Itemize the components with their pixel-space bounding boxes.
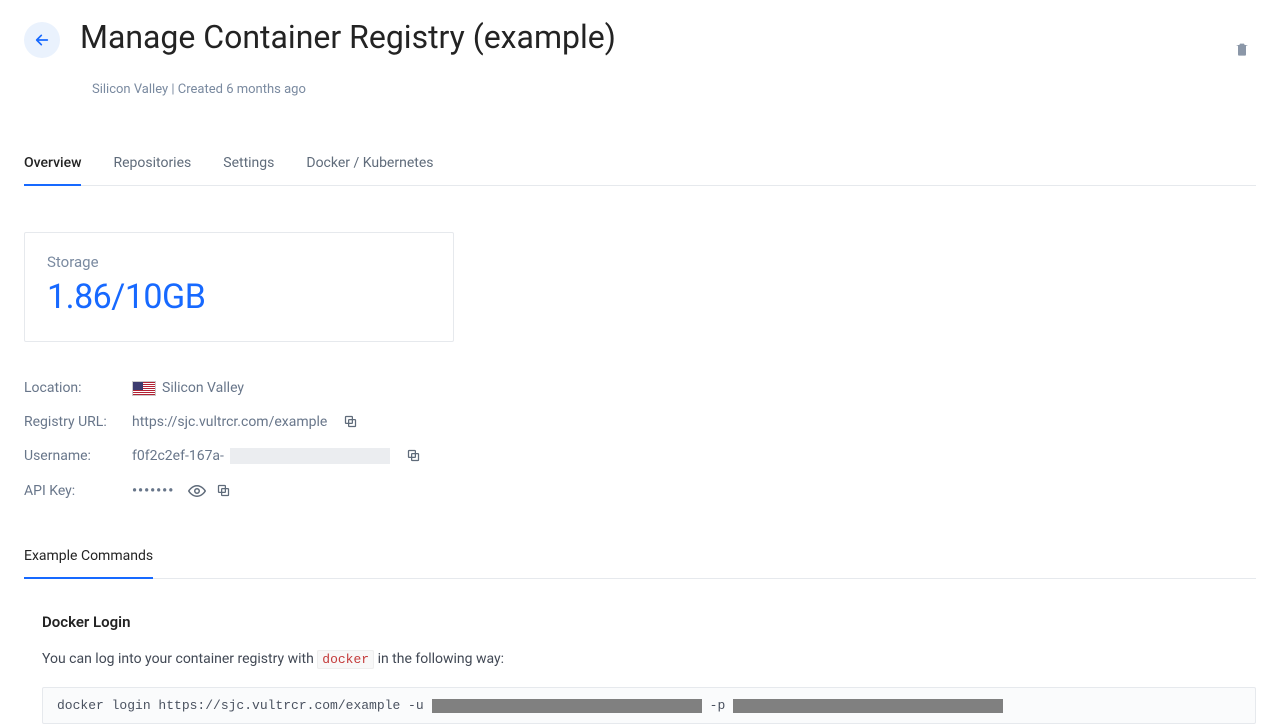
cmd-prefix: docker login https://sjc.vultrcr.com/exa… (57, 698, 424, 713)
storage-card: Storage 1.86/10GB (24, 232, 454, 342)
row-location: Location: Silicon Valley (24, 380, 1256, 396)
trash-icon (1234, 40, 1250, 58)
docker-desc-post: in the following way: (378, 651, 504, 667)
username-value: f0f2c2ef-167a- (132, 448, 224, 464)
api-key-label: API Key: (24, 483, 132, 499)
registry-url-value: https://sjc.vultrcr.com/example (132, 414, 327, 430)
page-title: Manage Container Registry (example) (80, 18, 616, 56)
subtab-example-commands[interactable]: Example Commands (24, 548, 153, 578)
tab-repositories[interactable]: Repositories (113, 155, 191, 185)
docker-inline-code: docker (317, 650, 374, 669)
docker-login-command[interactable]: docker login https://sjc.vultrcr.com/exa… (42, 687, 1256, 724)
copy-icon (343, 414, 358, 429)
tab-settings[interactable]: Settings (223, 155, 274, 185)
docker-desc-pre: You can log into your container registry… (42, 651, 317, 667)
api-key-masked: ••••••• (132, 483, 174, 499)
copy-api-key-button[interactable] (216, 483, 232, 499)
eye-icon (188, 482, 206, 500)
row-api-key: API Key: ••••••• (24, 482, 1256, 500)
main-tabs: Overview Repositories Settings Docker / … (24, 155, 1256, 186)
sub-tabs: Example Commands (24, 548, 1256, 579)
copy-icon (406, 448, 421, 463)
row-username: Username: f0f2c2ef-167a- (24, 448, 1256, 464)
copy-registry-url-button[interactable] (343, 414, 359, 430)
copy-username-button[interactable] (406, 448, 422, 464)
reveal-api-key-button[interactable] (188, 482, 206, 500)
cmd-pass-redacted (733, 699, 1003, 713)
tab-docker-kubernetes[interactable]: Docker / Kubernetes (306, 155, 433, 185)
registry-url-label: Registry URL: (24, 414, 132, 430)
row-registry-url: Registry URL: https://sjc.vultrcr.com/ex… (24, 414, 1256, 430)
delete-button[interactable] (1228, 34, 1256, 68)
location-value: Silicon Valley (162, 380, 244, 396)
us-flag-icon (132, 381, 156, 396)
docker-login-description: You can log into your container registry… (42, 651, 1256, 667)
storage-value: 1.86/10GB (47, 277, 431, 317)
back-button[interactable] (24, 22, 60, 58)
storage-label: Storage (47, 253, 431, 271)
page-subtitle: Silicon Valley | Created 6 months ago (92, 82, 1256, 97)
username-redacted (230, 448, 390, 464)
location-label: Location: (24, 380, 132, 396)
cmd-pflag: -p (710, 698, 726, 713)
arrow-left-icon (34, 32, 50, 48)
username-label: Username: (24, 448, 132, 464)
copy-icon (216, 483, 231, 498)
docker-login-heading: Docker Login (42, 613, 1256, 631)
tab-overview[interactable]: Overview (24, 155, 81, 185)
cmd-user-redacted (432, 699, 702, 713)
